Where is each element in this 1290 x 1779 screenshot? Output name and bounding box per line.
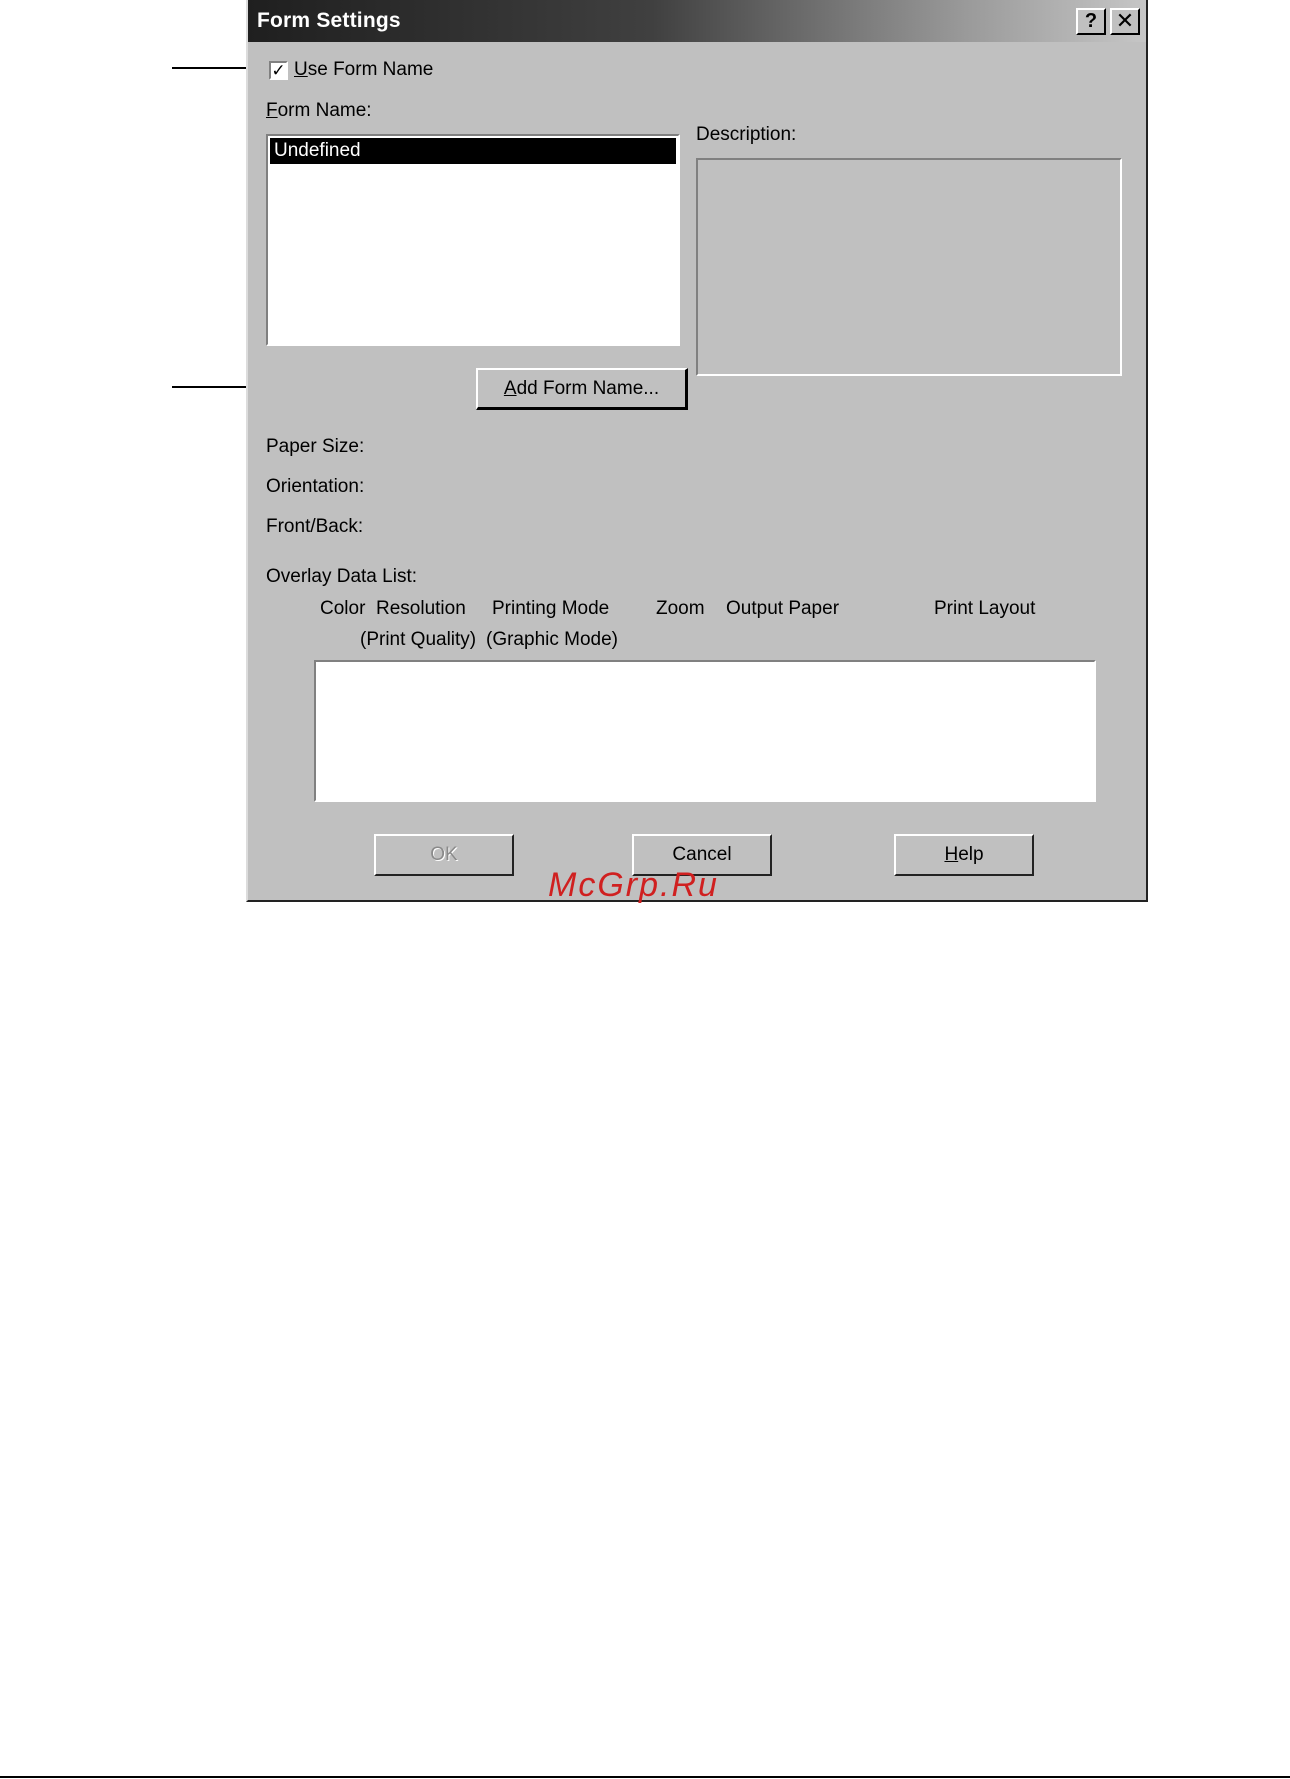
overlay-data-list[interactable] [314,660,1096,802]
col-printing-mode: Printing Mode [492,598,610,619]
col-zoom: Zoom [656,598,705,619]
front-back-label: Front/Back: [266,516,364,537]
col-resolution: Resolution [376,598,466,619]
add-form-name-button[interactable]: Add Form Name... [476,368,688,410]
use-form-name-checkbox[interactable]: ✓ [269,61,288,80]
help-title-button[interactable]: ? [1076,8,1106,35]
description-box [696,158,1122,376]
description-label: Description: [696,124,797,145]
form-settings-dialog: Form Settings ? ✕ ✓ Use Form Name Form N… [246,0,1148,902]
col-print-quality: (Print Quality) [360,629,477,650]
watermark: McGrp.Ru [548,866,719,904]
use-form-name-label[interactable]: Use Form Name [294,59,433,81]
check-mark-icon: ✓ [271,61,286,80]
paper-size-label: Paper Size: [266,436,365,457]
overlay-data-list-label: Overlay Data List: [266,566,417,587]
dialog-title: Form Settings [257,9,401,32]
col-color: Color [320,598,366,619]
col-graphic-mode: (Graphic Mode) [486,629,618,650]
form-name-listbox[interactable]: Undefined [266,134,680,346]
form-name-label: Form Name: [266,100,372,121]
ok-button[interactable]: OK [374,834,514,876]
close-button[interactable]: ✕ [1110,8,1140,35]
page-bottom-rule [0,1776,1290,1778]
orientation-label: Orientation: [266,476,365,497]
title-bar: Form Settings ? ✕ [248,0,1146,42]
col-output-paper: Output Paper [726,598,840,619]
callout-line-checkbox [172,67,248,69]
list-item[interactable]: Undefined [270,138,676,164]
col-print-layout: Print Layout [934,598,1036,619]
help-button[interactable]: Help [894,834,1034,876]
